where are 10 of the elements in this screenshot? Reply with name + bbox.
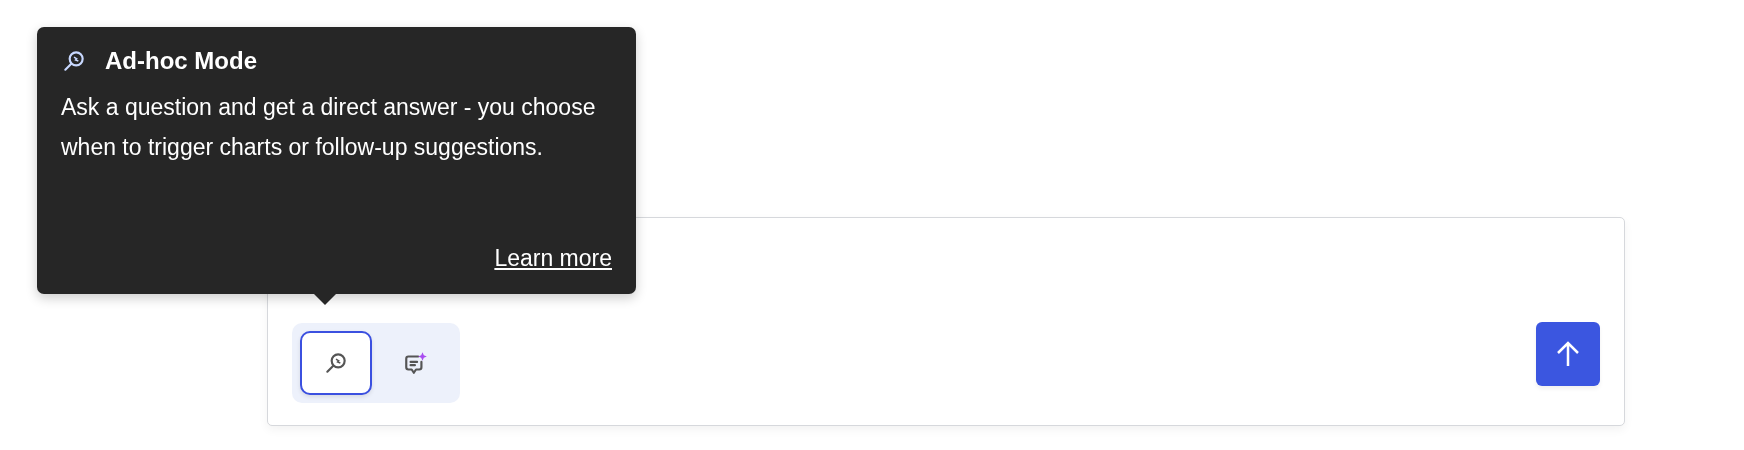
arrow-up-icon	[1555, 340, 1581, 368]
ad-hoc-mode-button[interactable]	[300, 331, 372, 395]
send-button[interactable]	[1536, 322, 1600, 386]
search-icon	[61, 49, 87, 73]
learn-more-link[interactable]: Learn more	[494, 245, 612, 272]
tooltip-description: Ask a question and get a direct answer - you choose when to trigger charts or follow-up suggestions.	[61, 93, 597, 162]
chat-sparkle-icon	[403, 350, 429, 376]
chat-input-field[interactable]	[267, 217, 1625, 426]
search-icon	[323, 351, 349, 375]
tooltip-title: Ad-hoc Mode	[105, 47, 257, 75]
